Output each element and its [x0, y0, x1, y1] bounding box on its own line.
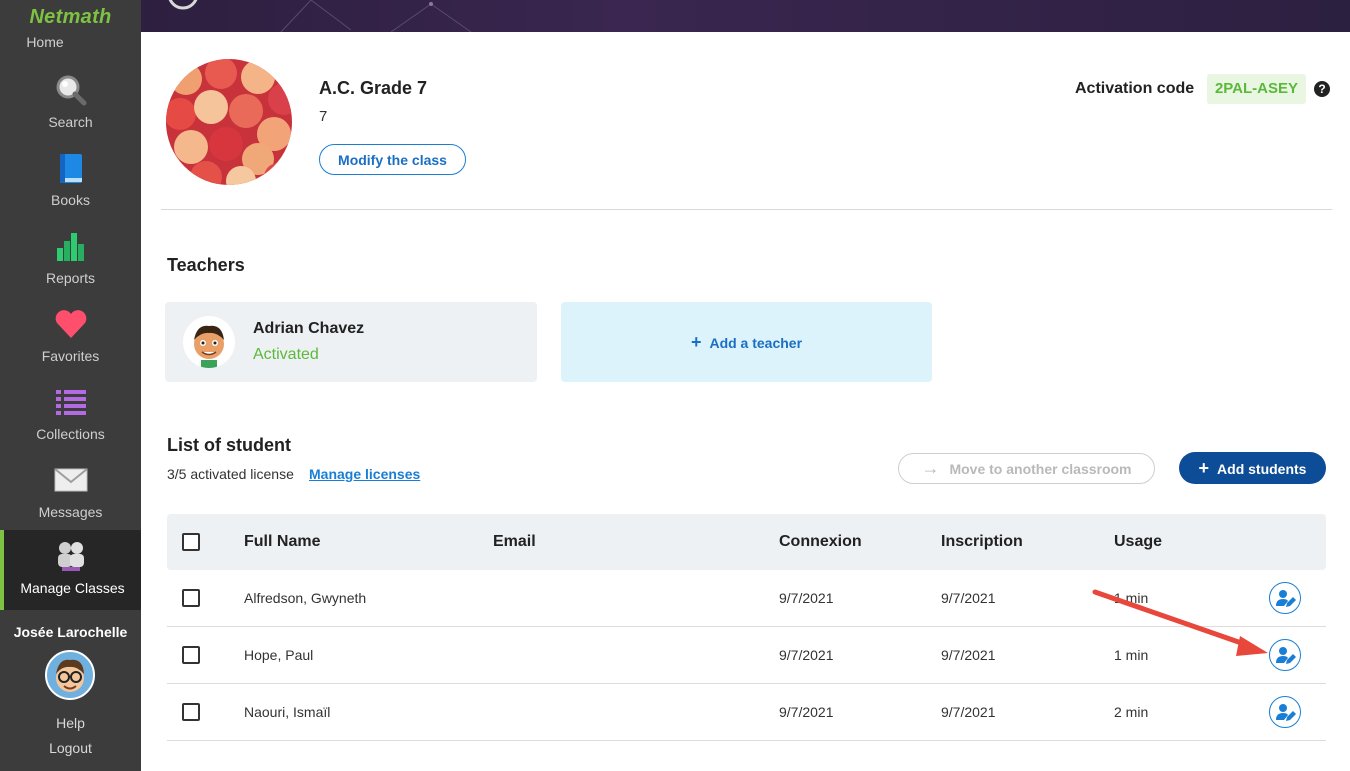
teacher-avatar-icon — [184, 317, 234, 368]
sidebar-item-reports[interactable]: Reports — [0, 220, 141, 298]
search-icon — [56, 75, 86, 106]
user-edit-icon — [1276, 647, 1296, 664]
column-header-inscription[interactable]: Inscription — [941, 514, 1023, 570]
teacher-status: Activated — [253, 346, 319, 363]
user-avatar[interactable] — [45, 650, 95, 700]
sidebar-item-books[interactable]: Books — [0, 142, 141, 220]
home-link[interactable]: Home — [0, 34, 90, 50]
table-row: Alfredson, Gwyneth 9/7/2021 9/7/2021 1 m… — [167, 570, 1326, 627]
student-usage: 2 min — [1114, 704, 1149, 720]
sidebar-item-search[interactable]: Search — [0, 64, 141, 142]
sidebar: Netmath Home Search Books Reports Favori — [0, 0, 141, 771]
class-title: A.C. Grade 7 — [319, 78, 428, 98]
sidebar-item-messages[interactable]: Messages — [0, 454, 141, 532]
student-full-name: Naouri, Ismaïl — [244, 704, 331, 720]
netmath-logo[interactable]: Netmath — [0, 6, 141, 29]
bar-chart-icon — [56, 233, 84, 261]
table-header: Full Name Email Connexion Inscription Us… — [167, 514, 1326, 570]
add-teacher-button[interactable]: + Add a teacher — [561, 302, 932, 382]
user-edit-icon — [1276, 590, 1296, 607]
sidebar-item-collections[interactable]: Collections — [0, 376, 141, 454]
sidebar-item-label: Collections — [36, 426, 105, 442]
current-user-name: Josée Larochelle — [13, 624, 128, 640]
student-inscription: 9/7/2021 — [941, 590, 996, 606]
column-header-usage[interactable]: Usage — [1114, 514, 1162, 570]
section-divider — [161, 209, 1332, 210]
edit-student-button[interactable] — [1269, 639, 1301, 671]
sidebar-item-label: Manage Classes — [20, 580, 125, 596]
plus-icon: + — [1198, 457, 1210, 478]
sidebar-item-label: Messages — [38, 504, 103, 520]
list-icon — [55, 390, 86, 415]
envelope-icon — [53, 468, 88, 492]
teacher-name: Adrian Chavez — [253, 320, 365, 337]
students-heading: List of student — [167, 435, 291, 455]
user-edit-icon — [1276, 704, 1296, 721]
apples-image — [166, 59, 292, 185]
heart-icon — [55, 310, 86, 338]
user-avatar-icon — [56, 659, 84, 692]
teachers-heading: Teachers — [167, 255, 245, 275]
student-full-name: Alfredson, Gwyneth — [244, 590, 367, 606]
sidebar-item-label: Search — [48, 114, 93, 130]
activation-code-value[interactable]: 2PAL-ASEY — [1207, 74, 1306, 104]
manage-licenses-link[interactable]: Manage licenses — [309, 466, 420, 482]
student-connexion: 9/7/2021 — [779, 590, 834, 606]
license-count: 3/5 activated license — [167, 466, 294, 482]
help-link[interactable]: Help — [0, 715, 141, 731]
class-image — [166, 59, 292, 185]
student-usage: 1 min — [1114, 590, 1149, 606]
student-usage: 1 min — [1114, 647, 1149, 663]
column-header-full-name[interactable]: Full Name — [244, 514, 320, 570]
student-connexion: 9/7/2021 — [779, 704, 834, 720]
help-icon[interactable]: ? — [1314, 81, 1330, 97]
users-icon — [57, 542, 84, 571]
sidebar-item-favorites[interactable]: Favorites — [0, 298, 141, 376]
table-row: Hope, Paul 9/7/2021 9/7/2021 1 min — [167, 627, 1326, 684]
edit-student-button[interactable] — [1269, 696, 1301, 728]
sidebar-item-label: Favorites — [41, 348, 100, 364]
move-label: Move to another classroom — [949, 461, 1132, 477]
logout-link[interactable]: Logout — [0, 740, 141, 756]
edit-student-button[interactable] — [1269, 582, 1301, 614]
teacher-card[interactable]: Adrian Chavez Activated — [165, 302, 537, 382]
banner-decoration — [168, 0, 472, 32]
plus-icon: + — [690, 332, 702, 352]
add-students-label: Add students — [1217, 460, 1307, 477]
sidebar-item-label: Reports — [45, 270, 96, 286]
student-inscription: 9/7/2021 — [941, 647, 996, 663]
row-checkbox[interactable] — [182, 646, 200, 664]
row-checkbox[interactable] — [182, 703, 200, 721]
student-connexion: 9/7/2021 — [779, 647, 834, 663]
book-icon — [59, 154, 82, 183]
sidebar-item-label: Books — [51, 192, 90, 208]
row-checkbox[interactable] — [182, 589, 200, 607]
add-students-button[interactable]: + Add students — [1179, 452, 1326, 484]
activation-code-label: Activation code — [1075, 80, 1195, 97]
add-teacher-label: Add a teacher — [709, 335, 803, 351]
column-header-connexion[interactable]: Connexion — [779, 514, 862, 570]
student-full-name: Hope, Paul — [244, 647, 314, 663]
sidebar-item-manage-classes[interactable]: Manage Classes — [0, 530, 141, 610]
move-to-classroom-button[interactable]: → Move to another classroom — [898, 453, 1155, 484]
select-all-checkbox[interactable] — [182, 533, 200, 551]
arrow-right-icon: → — [921, 458, 940, 478]
student-inscription: 9/7/2021 — [941, 704, 996, 720]
column-header-email[interactable]: Email — [493, 514, 536, 570]
teacher-avatar — [183, 316, 235, 368]
table-row: Naouri, Ismaïl 9/7/2021 9/7/2021 2 min — [167, 684, 1326, 741]
modify-class-button[interactable]: Modify the class — [319, 144, 466, 175]
class-grade: 7 — [319, 108, 328, 125]
top-banner — [141, 0, 1350, 32]
